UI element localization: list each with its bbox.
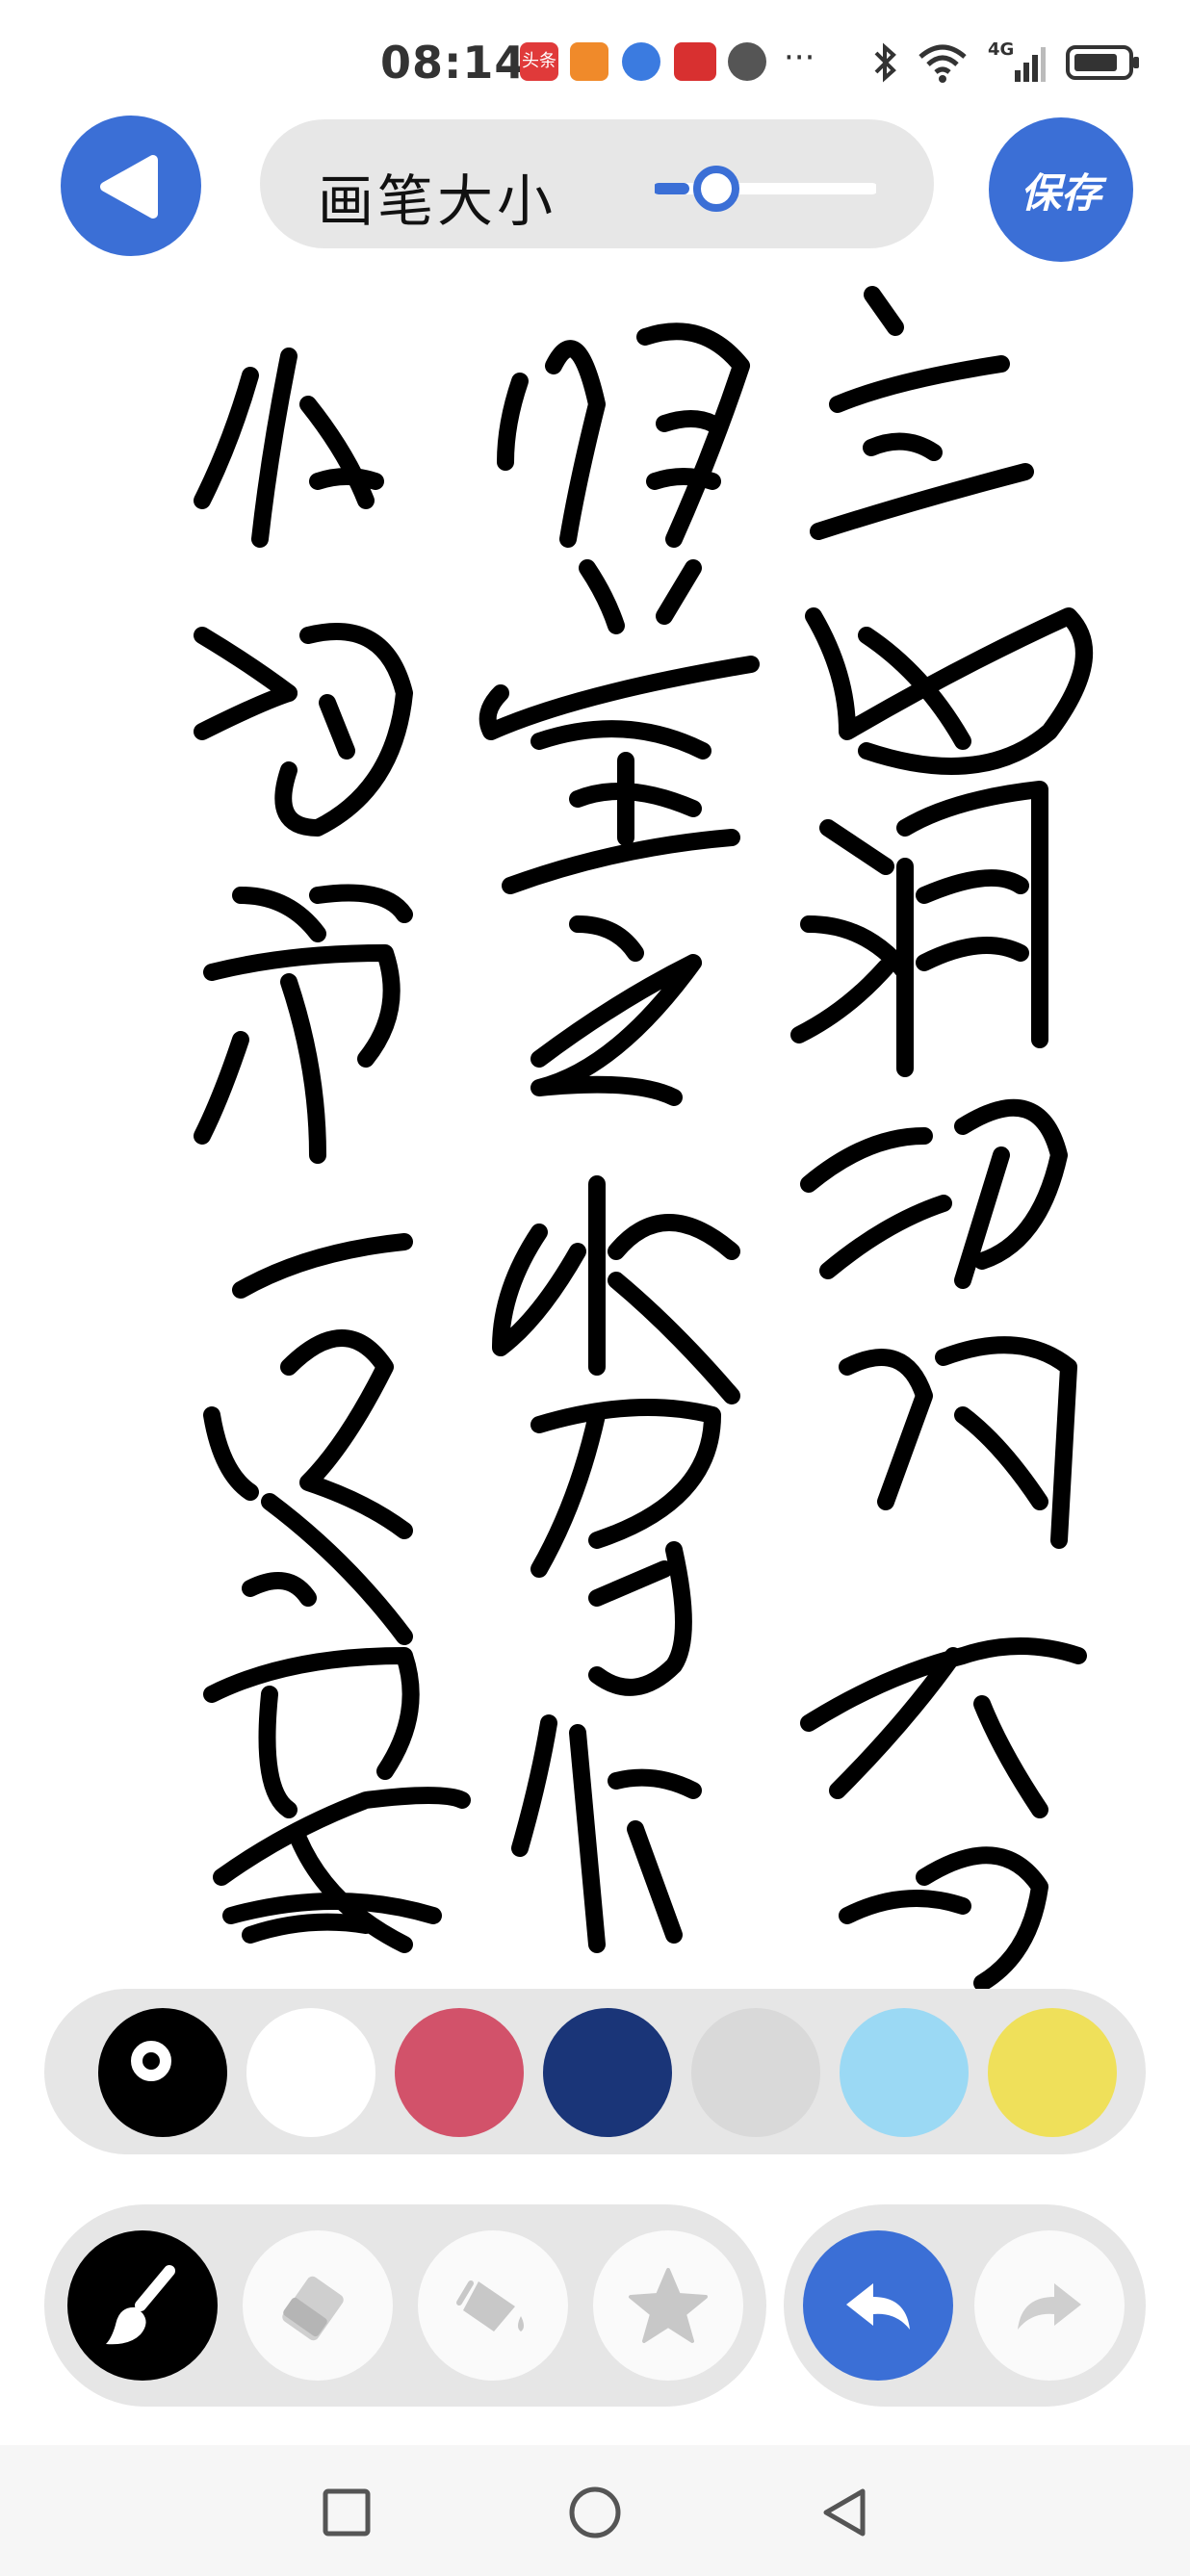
- back-arrow-icon: [100, 155, 158, 219]
- handwriting-column-right: [790, 286, 1093, 1992]
- color-swatch-light-gray[interactable]: [691, 2008, 820, 2137]
- redpacket-icon: [570, 42, 608, 81]
- drawing-canvas[interactable]: [0, 279, 1190, 2002]
- home-circle-icon[interactable]: [566, 2484, 624, 2541]
- color-swatch-rose[interactable]: [395, 2008, 524, 2137]
- redo-icon: [1018, 2283, 1081, 2330]
- toutiao-icon: 头条: [520, 42, 558, 81]
- tool-bar: [44, 2204, 766, 2407]
- signal-icon: [1015, 47, 1046, 82]
- fill-tool-button[interactable]: [418, 2230, 568, 2381]
- color-swatch-navy[interactable]: [543, 2008, 672, 2137]
- history-bar: [784, 2204, 1146, 2407]
- signal-indicator: 4G: [988, 39, 1046, 84]
- color-palette: [44, 1989, 1146, 2154]
- recents-square-icon[interactable]: [318, 2484, 375, 2541]
- undo-button[interactable]: [803, 2230, 953, 2381]
- back-button[interactable]: [61, 116, 201, 256]
- more-icon: ···: [784, 39, 815, 77]
- status-icons: 4G: [872, 39, 1142, 87]
- handwriting-column-middle: [479, 322, 760, 1953]
- eraser-icon: [282, 2276, 344, 2341]
- battery-icon: [1066, 45, 1139, 80]
- color-swatch-sky-blue[interactable]: [840, 2008, 969, 2137]
- brush-size-label: 画笔大小: [318, 168, 557, 234]
- undo-icon: [846, 2283, 910, 2330]
- color-swatch-yellow[interactable]: [988, 2008, 1117, 2137]
- status-bar: 08:14 头条 ··· 4G: [0, 0, 1190, 125]
- color-swatch-black[interactable]: [98, 2008, 227, 2137]
- redo-button[interactable]: [974, 2230, 1125, 2381]
- xuexi-icon: [674, 42, 716, 81]
- status-time: 08:14: [380, 37, 527, 89]
- handwriting-column-left: [194, 348, 471, 1953]
- bluetooth-icon: [874, 42, 896, 83]
- wifi-icon: [918, 44, 967, 83]
- brush-size-slider[interactable]: [655, 166, 876, 212]
- voice-icon: [728, 42, 766, 81]
- brush-tool-button[interactable]: [67, 2230, 218, 2381]
- browser-icon: [622, 42, 660, 81]
- sticker-tool-button[interactable]: [593, 2230, 743, 2381]
- back-triangle-icon[interactable]: [815, 2484, 872, 2541]
- color-swatch-white[interactable]: [246, 2008, 375, 2137]
- fill-bucket-icon: [456, 2280, 524, 2331]
- star-icon: [629, 2268, 708, 2343]
- save-button[interactable]: 保存: [989, 117, 1133, 262]
- eraser-tool-button[interactable]: [243, 2230, 393, 2381]
- slider-thumb[interactable]: [693, 166, 739, 212]
- brush-icon: [106, 2265, 175, 2345]
- selected-indicator: [131, 2041, 171, 2081]
- system-nav-bar: [0, 2445, 1190, 2576]
